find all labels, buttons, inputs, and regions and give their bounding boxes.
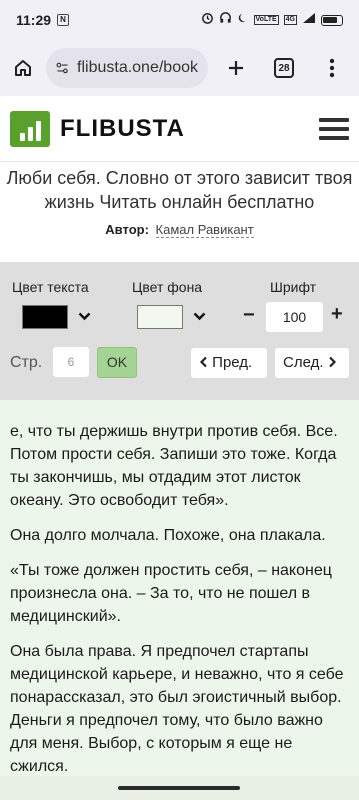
logo-bar — [35, 120, 41, 141]
home-button[interactable] — [0, 45, 46, 91]
status-icons: VoLTE 4G — [201, 11, 343, 29]
text-paragraph: Она была права. Я предпочел стартапы мед… — [10, 643, 344, 775]
logo-bar — [27, 126, 33, 141]
signal-icon — [302, 11, 316, 29]
flibusta-logo-icon[interactable] — [10, 110, 50, 147]
gesture-handle[interactable] — [118, 786, 240, 790]
page-number-input[interactable]: 6 — [52, 346, 90, 378]
font-decrease-button[interactable]: − — [243, 304, 255, 327]
network-4g-icon: 4G — [283, 15, 297, 25]
bg-color-label: Цвет фона — [132, 279, 203, 295]
new-tab-button[interactable] — [212, 45, 260, 91]
alarm-icon — [201, 11, 214, 29]
site-header: FLIBUSTA — [0, 96, 359, 162]
book-title-block: Люби себя. Словно от этого зависит твоя … — [0, 164, 359, 262]
author-line: Автор: Камал Равикант — [0, 222, 359, 238]
logo-bar — [19, 132, 25, 141]
page-label: Стр. — [10, 354, 43, 371]
font-increase-button[interactable]: + — [331, 303, 343, 326]
author-label: Автор: — [105, 222, 149, 237]
prev-page-label: Пред. — [212, 354, 253, 371]
tab-count: 28 — [274, 58, 294, 78]
text-paragraph: Она долго молчала. Похоже, она плакала. — [10, 527, 326, 544]
home-icon — [15, 60, 31, 76]
address-bar[interactable]: flibusta.one/book — [46, 48, 208, 88]
bg-color-dropdown-icon[interactable] — [193, 308, 206, 324]
moon-icon — [237, 11, 249, 29]
chevron-left-icon — [199, 356, 207, 368]
battery-icon — [321, 14, 343, 26]
headphones-icon — [219, 11, 232, 29]
author-link[interactable]: Камал Равикант — [155, 222, 254, 238]
volte-icon: VoLTE — [253, 15, 279, 25]
bg-color-swatch[interactable] — [137, 305, 183, 329]
prev-page-button[interactable]: Пред. — [191, 348, 267, 378]
next-page-label: След. — [283, 354, 324, 371]
plus-icon — [229, 61, 243, 75]
text-color-swatch[interactable] — [22, 305, 68, 329]
book-text-area: е, что ты держишь внутри против себя. Вс… — [0, 400, 359, 776]
hamburger-menu-icon[interactable] — [319, 117, 349, 140]
site-settings-icon[interactable] — [56, 60, 69, 76]
more-vert-icon — [329, 58, 335, 78]
font-label: Шрифт — [270, 279, 317, 295]
book-title: Люби себя. Словно от этого зависит твоя … — [6, 168, 353, 212]
go-to-page-button[interactable]: OK — [97, 347, 137, 378]
chevron-right-icon — [328, 356, 336, 368]
text-color-label: Цвет текста — [12, 279, 89, 295]
text-paragraph: е, что ты держишь внутри против себя. Вс… — [10, 423, 338, 509]
notification-badge-icon: N — [57, 14, 70, 26]
tab-switcher-button[interactable]: 28 — [260, 45, 308, 91]
font-size-input[interactable]: 100 — [266, 302, 323, 332]
status-bar: 11:29 N VoLTE 4G — [0, 0, 359, 40]
site-logo-text[interactable]: FLIBUSTA — [60, 115, 185, 143]
status-time: 11:29 — [16, 12, 52, 28]
reader-controls: Цвет текста Цвет фона Шрифт − 100 + Стр.… — [0, 262, 359, 400]
text-paragraph: «Ты тоже должен простить себя, – наконец… — [10, 562, 332, 625]
system-gesture-area — [0, 776, 359, 800]
text-color-dropdown-icon[interactable] — [78, 308, 91, 324]
browser-toolbar: flibusta.one/book 28 — [0, 40, 359, 96]
browser-menu-button[interactable] — [308, 45, 356, 91]
next-page-button[interactable]: След. — [275, 348, 349, 378]
url-text: flibusta.one/book — [77, 59, 198, 76]
